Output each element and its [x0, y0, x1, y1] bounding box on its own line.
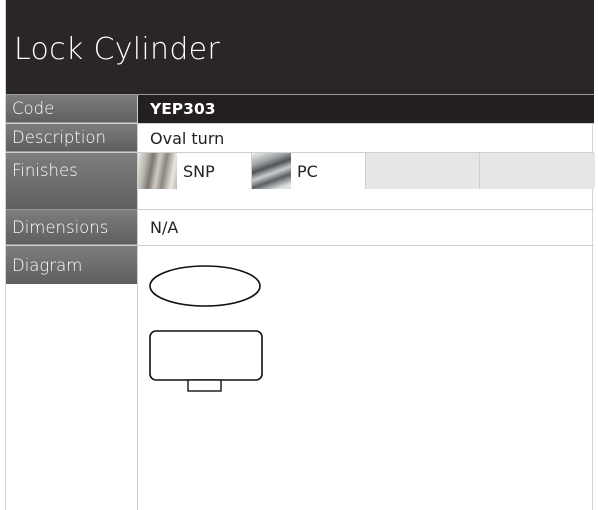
diagram-area	[137, 246, 594, 510]
finish-item-snp: SNP	[138, 153, 252, 189]
cylinder-tab-shape	[187, 379, 222, 392]
finishes-value: SNP PC	[137, 153, 595, 209]
description-row: Description Oval turn	[6, 124, 594, 153]
dimensions-value: N/A	[137, 210, 594, 245]
finish-name-pc: PC	[297, 161, 318, 181]
finishes-row: Finishes SNP PC	[6, 153, 595, 210]
polished-chrome-swatch	[252, 153, 291, 189]
dimensions-row: Dimensions N/A	[6, 210, 594, 246]
satin-nickel-swatch	[138, 153, 177, 189]
code-label: Code	[6, 95, 137, 123]
finish-name-snp: SNP	[183, 161, 215, 181]
description-value: Oval turn	[137, 124, 594, 152]
title-bar: Lock Cylinder	[6, 0, 594, 95]
diagram-row: Diagram	[6, 246, 594, 510]
finish-empty-cell	[366, 153, 480, 189]
oval-turn-shape	[149, 265, 261, 307]
page-title: Lock Cylinder	[14, 31, 221, 67]
code-row: Code YEP303	[6, 95, 594, 124]
diagram-label: Diagram	[6, 246, 137, 284]
dimensions-label: Dimensions	[6, 210, 137, 245]
finish-empty-cell	[480, 153, 595, 189]
finishes-label: Finishes	[6, 153, 137, 210]
finishes-label-text: Finishes	[12, 161, 78, 180]
code-value: YEP303	[137, 95, 594, 123]
product-spec-sheet: Lock Cylinder Code YEP303 Description Ov…	[5, 0, 595, 510]
cylinder-diagram	[148, 260, 278, 400]
cylinder-body-shape	[149, 330, 263, 381]
description-label: Description	[6, 124, 137, 152]
cylinder-diagram-svg	[149, 265, 263, 392]
finish-item-pc: PC	[252, 153, 366, 189]
